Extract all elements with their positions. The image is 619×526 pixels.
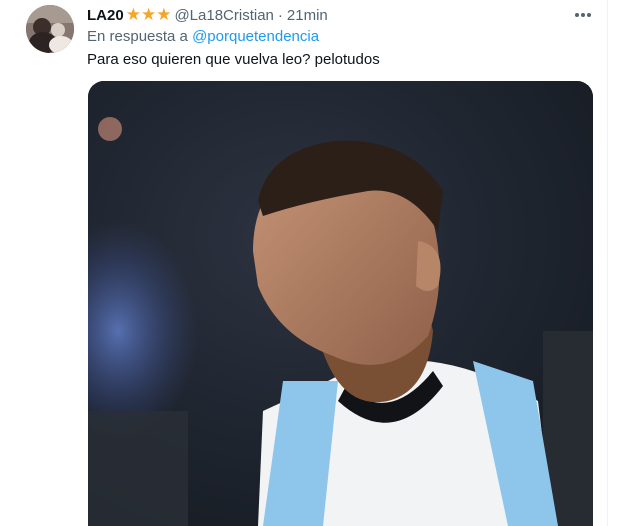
reply-context: En respuesta a @porquetendencia xyxy=(87,28,319,45)
user-handle[interactable]: @La18Cristian xyxy=(174,7,273,24)
display-name[interactable]: LA20 xyxy=(87,7,124,24)
column-border xyxy=(607,0,608,526)
tweet-text: Para eso quieren que vuelva leo? pelotud… xyxy=(87,51,380,68)
media-image xyxy=(88,81,593,526)
separator-dot: · xyxy=(277,6,283,24)
star-icon: ★ xyxy=(125,5,141,24)
star-icon: ★ xyxy=(140,5,157,24)
tweet[interactable]: LA20 ★ ★ ★ @La18Cristian · 21min En resp… xyxy=(0,0,619,526)
star-icon: ★ xyxy=(156,5,172,24)
timestamp[interactable]: 21min xyxy=(287,7,328,24)
reply-prefix: En respuesta a xyxy=(87,28,188,45)
tweet-header: LA20 ★ ★ ★ @La18Cristian · 21min xyxy=(87,5,328,25)
tweet-media[interactable] xyxy=(88,81,593,526)
reply-to-link[interactable]: @porquetendencia xyxy=(192,28,319,45)
more-dots-icon[interactable] xyxy=(572,5,594,25)
avatar[interactable] xyxy=(26,5,74,53)
profile-badges: ★ ★ ★ xyxy=(126,6,172,24)
avatar-image xyxy=(26,5,74,53)
